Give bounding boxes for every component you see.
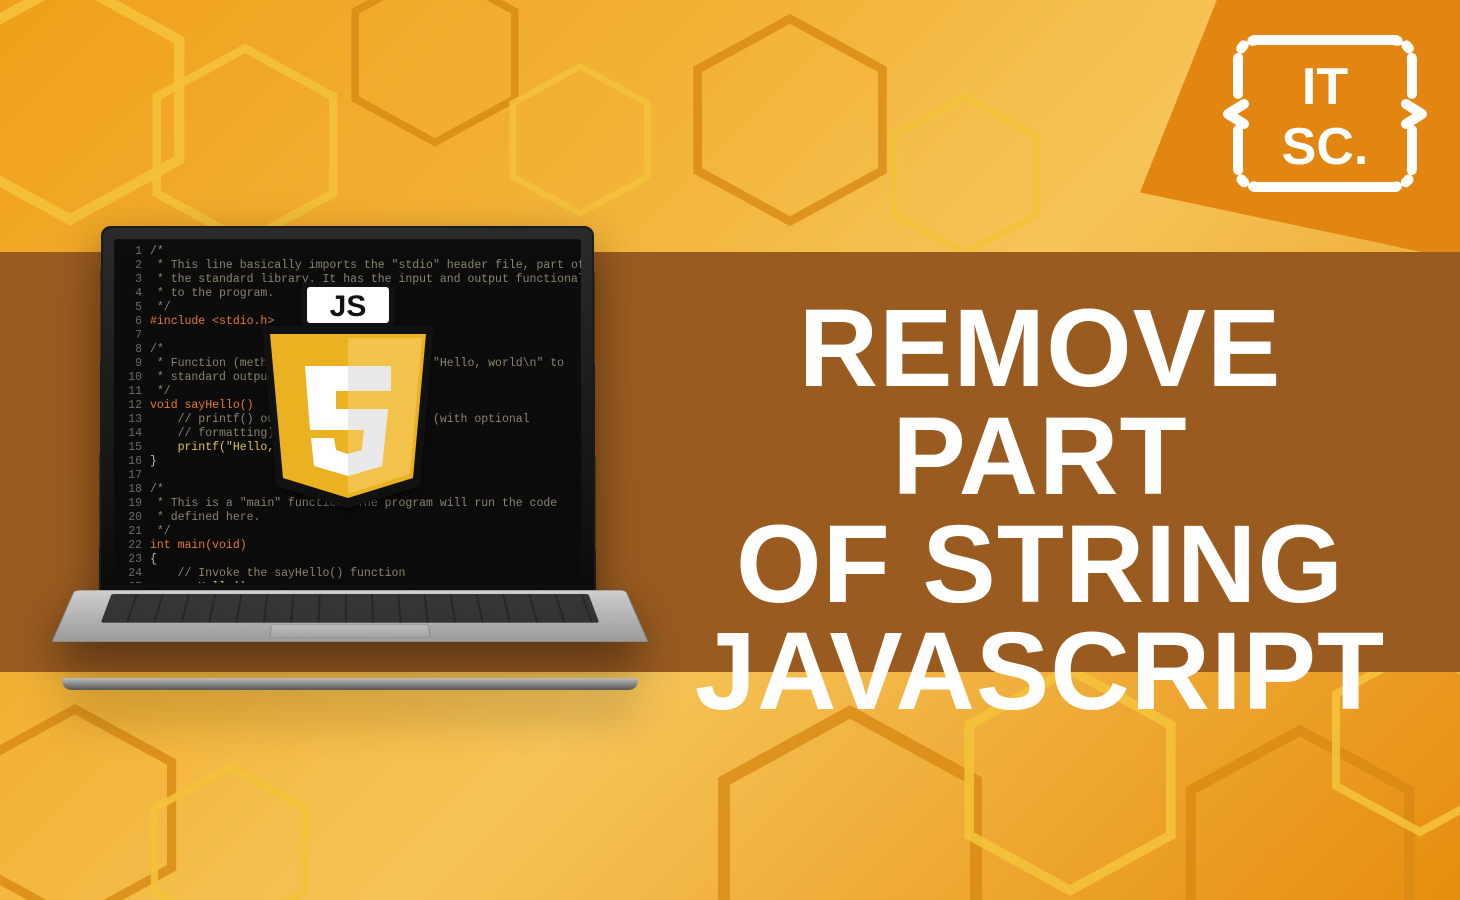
laptop-illustration: 1/* 2 * This line basically imports the … — [70, 215, 630, 745]
brand-line2: SC. — [1282, 118, 1369, 176]
brand-logo-icon: IT SC. — [1220, 26, 1430, 201]
js-logo-icon: JS — [248, 282, 448, 512]
thumbnail-stage: IT SC. REMOVE PART OF STRING JAVASCRIPT … — [0, 0, 1460, 900]
hex-deco — [880, 90, 1050, 260]
hex-deco — [140, 760, 320, 900]
hex-deco — [500, 60, 660, 220]
hex-deco — [680, 10, 900, 230]
brand-line1: IT — [1302, 58, 1348, 116]
headline-text: REMOVE PART OF STRING JAVASCRIPT — [640, 295, 1440, 726]
js-label: JS — [329, 290, 366, 323]
